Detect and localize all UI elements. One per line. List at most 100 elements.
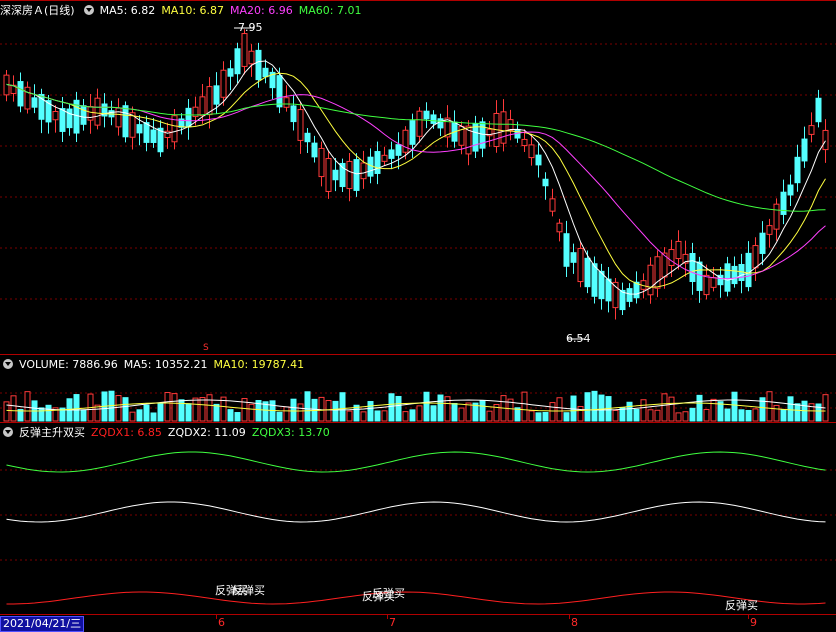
candle-body [710,277,717,288]
candle-body [374,151,381,174]
ma20-line [6,83,826,280]
month-label: 8 [571,616,578,629]
volume-bar [479,400,486,422]
candle-body [213,85,220,105]
ma60-line [6,83,826,212]
volume-bar [556,397,563,422]
indicator-name: 反弹主升双买 [19,426,85,439]
zqdx3-legend: ZQDX3: 13.70 [251,426,330,439]
selected-date[interactable]: 2021/04/21/三 [0,616,85,632]
candle-body [290,105,297,123]
volume-bar [73,394,80,422]
candle-body [346,160,353,190]
candle-body [472,123,479,152]
candle-body [689,252,696,283]
candle-body [598,270,605,300]
candle-body [409,120,416,145]
month-tick [216,615,217,619]
volume-bar [409,409,416,422]
candle-body [283,97,290,108]
candle-body [136,124,143,134]
volume-bar [675,412,682,422]
volume-bar [283,406,290,422]
candle-body [143,122,150,143]
month-tick [387,615,388,619]
candle-body [815,97,822,123]
volume-bar [129,411,136,422]
candle-body [332,169,339,181]
ma20-legend: MA20: 6.96 [230,4,293,17]
volume-bar [794,403,801,422]
candle-body [556,222,563,233]
volume-bar [535,412,542,422]
chart-canvas[interactable] [0,0,836,631]
volume-menu-icon[interactable] [3,359,13,369]
volume-bar [10,395,17,422]
candle-body [752,245,759,269]
candle-body [360,162,367,180]
candle-body [115,107,122,128]
volume-bar [563,412,570,422]
candle-body [24,86,31,110]
volume-bar [682,411,689,422]
volume-bar [80,409,87,422]
ma60-legend: MA60: 7.01 [298,4,362,17]
price-header: 深深房Ａ(日线) MA5: 6.82 MA10: 6.87 MA20: 6.96 MA6… [0,3,367,19]
candle-body [353,159,360,191]
volume-bar [150,412,157,422]
volume-value: VOLUME: 7886.96 [19,358,118,371]
volume-bar [640,399,647,422]
volume-bar [766,391,773,422]
volume-bar [304,391,311,422]
zqdx1-legend: ZQDX1: 6.85 [91,426,162,439]
month-label: 7 [389,616,396,629]
candle-body [808,125,815,135]
candle-body [479,121,486,149]
candle-body [507,119,514,131]
candle-body [87,106,94,121]
indicator-panel-menu-icon[interactable] [3,427,13,437]
volume-bar [402,411,409,422]
candle-body [668,249,675,266]
candle-body [199,96,206,117]
ma5-line [6,60,826,295]
month-label: 6 [218,616,225,629]
volume-bar [332,400,339,422]
candle-body [17,81,24,107]
zqdx2-line [6,501,826,523]
volume-bar [171,393,178,422]
volume-bar [325,400,332,422]
volume-bar [367,401,374,422]
ma10-line [6,72,826,288]
volume-bar [437,394,444,422]
volume-bar [143,404,150,422]
volume-bar [248,403,255,422]
volume-bar [612,409,619,422]
volume-bar [451,403,458,422]
candle-body [619,289,626,311]
candle-body [549,198,556,212]
candle-body [276,75,283,108]
candle-body [801,138,808,162]
volume-bar [157,403,164,422]
volume-bar [192,397,199,422]
chart-period: (日线) [44,4,75,17]
volume-ma5: MA5: 10352.21 [123,358,208,371]
volume-bar [339,392,346,422]
volume-ma10: MA10: 19787.41 [213,358,305,371]
candle-body [584,257,591,288]
signal-label: 反弹买 [725,599,758,612]
candle-body [626,288,633,302]
candle-body [535,154,542,166]
volume-bar [24,391,31,422]
signal-label: 反弹买 [232,584,265,597]
candle-body [297,109,304,141]
volume-bar [395,395,402,422]
volume-bar [745,409,752,422]
indicator-menu-icon[interactable] [83,5,94,15]
candle-body [822,129,829,151]
volume-bar [668,396,675,422]
candle-body [500,111,507,144]
candle-body [437,118,444,129]
candle-body [59,108,66,132]
